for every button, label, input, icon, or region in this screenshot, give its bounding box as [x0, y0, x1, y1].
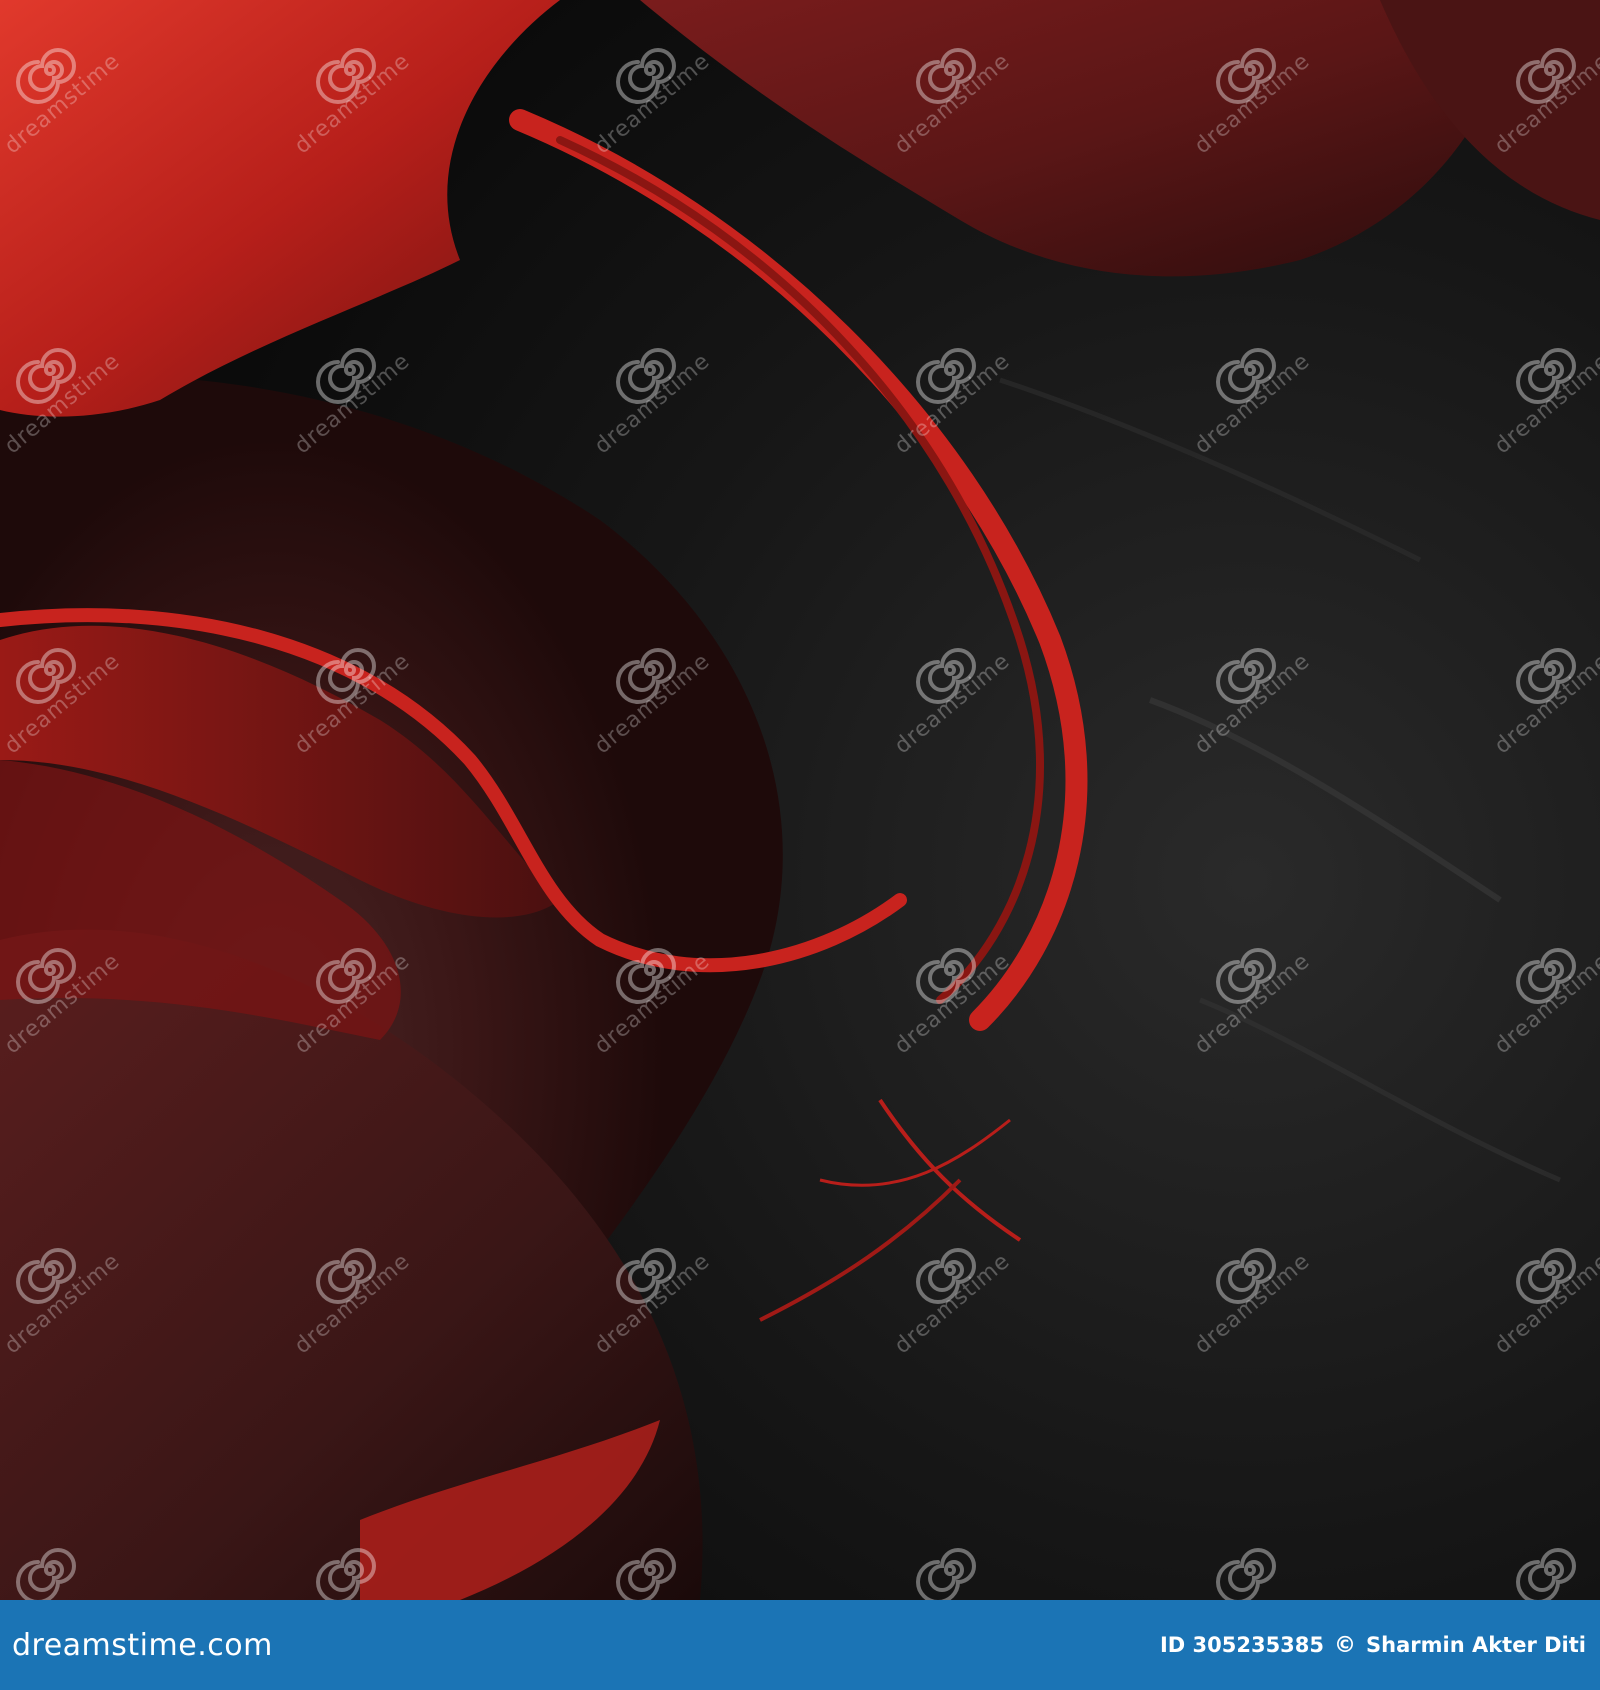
copyright-icon: ©	[1334, 1632, 1357, 1658]
image-id: ID 305235385	[1159, 1633, 1325, 1657]
abstract-swirl-artwork	[0, 0, 1600, 1600]
footer-bar: dreamstime.com ID 305235385 © Sharmin Ak…	[0, 1600, 1600, 1690]
footer-brand[interactable]: dreamstime.com	[12, 1628, 273, 1663]
page: dreamstime dreamstime dreamstime dreamstime…	[0, 0, 1600, 1690]
artwork-svg	[0, 0, 1600, 1600]
footer-credit: ID 305235385 © Sharmin Akter Diti	[1160, 1633, 1586, 1658]
author-name[interactable]: Sharmin Akter Diti	[1366, 1633, 1586, 1657]
